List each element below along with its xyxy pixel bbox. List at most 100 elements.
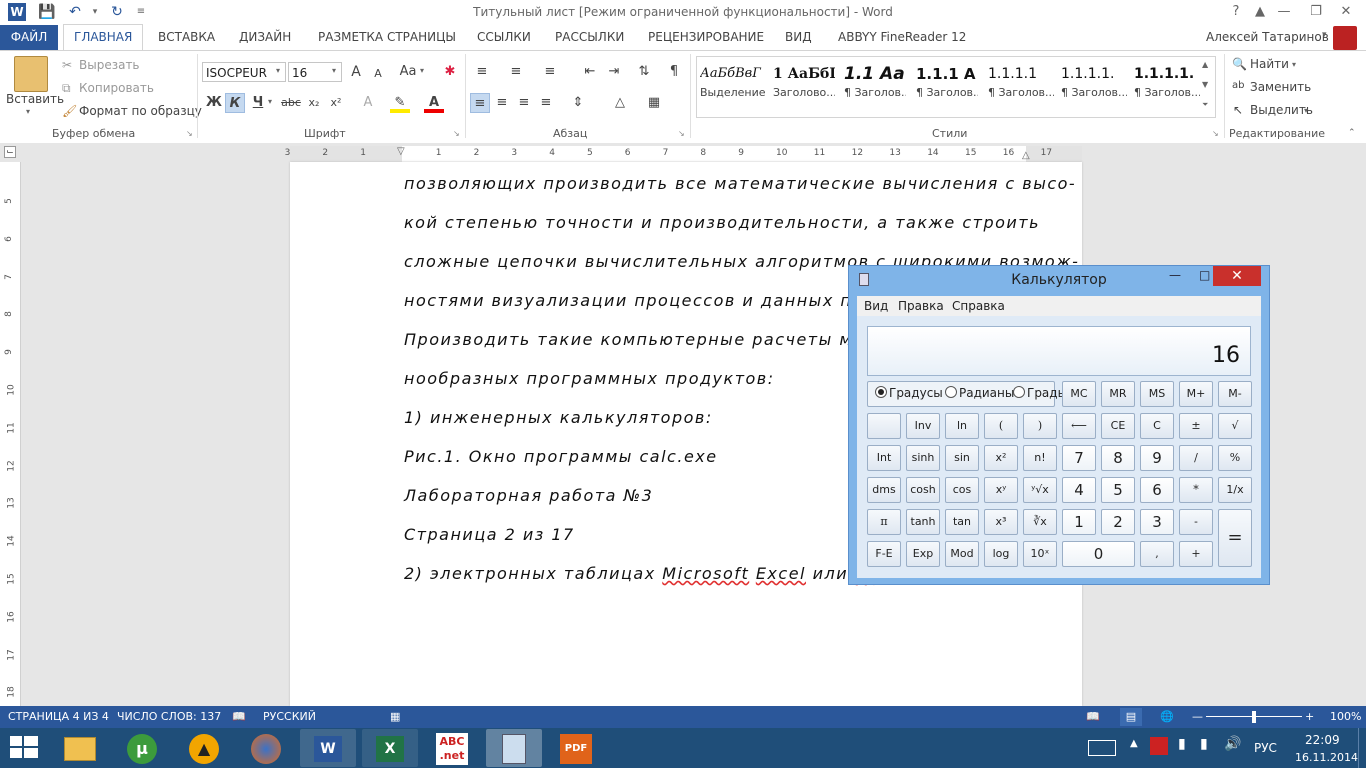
calc-button[interactable]: 0 [1062, 541, 1135, 567]
user-dropdown-icon[interactable]: ▾ [1322, 30, 1327, 40]
paragraph-launcher-icon[interactable]: ↘ [678, 129, 685, 138]
document-line[interactable]: 2) электронных таблицах Microsoft Excel … [404, 564, 874, 583]
language[interactable]: РУССКИЙ [263, 706, 316, 728]
style-item[interactable]: 1.1.1 А ¶ Заголов... [916, 62, 978, 112]
calc-button[interactable]: sin [945, 445, 979, 471]
calc-button[interactable]: 9 [1140, 445, 1174, 471]
tab-design[interactable]: ДИЗАЙН [239, 25, 291, 50]
calc-button[interactable]: 1 [1062, 509, 1096, 535]
tab-mailings[interactable]: РАССЫЛКИ [555, 25, 624, 50]
calc-button[interactable]: = [1218, 509, 1252, 567]
sort-icon[interactable]: ⇅ [634, 62, 654, 82]
document-line[interactable]: ностями визуализации процессов и данных … [404, 291, 894, 310]
styles-scroll-down-icon[interactable]: ▼ [1202, 80, 1208, 89]
calc-menu-help[interactable]: Справка [952, 299, 1005, 313]
calc-button[interactable]: 2 [1101, 509, 1135, 535]
taskbar-explorer[interactable] [52, 729, 108, 767]
find-icon[interactable]: 🔍 [1232, 57, 1247, 71]
calc-button[interactable]: 1/x [1218, 477, 1252, 503]
subscript-button[interactable]: x₂ [304, 93, 324, 113]
styles-more-icon[interactable]: ⏷ [1202, 100, 1208, 110]
find-dropdown-icon[interactable]: ▾ [1292, 60, 1296, 69]
show-desktop-button[interactable] [1358, 728, 1366, 768]
tab-layout[interactable]: РАЗМЕТКА СТРАНИЦЫ [318, 25, 456, 50]
document-line[interactable]: Страница 2 из 17 [404, 525, 575, 544]
taskbar-excel[interactable]: X [362, 729, 418, 767]
calc-button-memory[interactable]: M+ [1179, 381, 1213, 407]
tab-selector-icon[interactable]: ⌙ [4, 146, 16, 158]
show-marks-icon[interactable]: ¶ [664, 62, 684, 82]
calc-button[interactable]: % [1218, 445, 1252, 471]
calc-button[interactable]: cos [945, 477, 979, 503]
close-button[interactable]: ✕ [1326, 0, 1366, 24]
font-launcher-icon[interactable]: ↘ [453, 129, 460, 138]
style-item[interactable]: АаБбВвГ Выделение [700, 62, 772, 112]
calc-button[interactable]: 8 [1101, 445, 1135, 471]
select-icon[interactable]: ↖ [1233, 103, 1243, 117]
document-line[interactable]: 1) инженерных калькуляторов: [404, 408, 713, 427]
zoom-out-icon[interactable]: — [1192, 706, 1203, 728]
calc-button[interactable]: cosh [906, 477, 940, 503]
calc-button[interactable]: 10ˣ [1023, 541, 1057, 567]
angle-mode-radio[interactable]: Грады [1013, 386, 1067, 400]
calc-button[interactable]: Int [867, 445, 901, 471]
scissors-icon[interactable]: ✂ [62, 58, 72, 72]
grow-font-button[interactable]: A [346, 62, 366, 82]
network-icon[interactable]: ▮ [1200, 736, 1208, 752]
tab-references[interactable]: ССЫЛКИ [477, 25, 531, 50]
calc-menu-view[interactable]: Вид [864, 299, 888, 313]
align-left-icon[interactable]: ≡ [470, 93, 490, 113]
style-item[interactable]: 1.1.1.1. ¶ Заголов... [1134, 62, 1200, 112]
font-size-dropdown-icon[interactable]: ▾ [332, 66, 336, 75]
tab-abbyy[interactable]: ABBYY FineReader 12 [838, 25, 966, 50]
bold-button[interactable]: Ж [204, 93, 224, 113]
calc-button[interactable]: 5 [1101, 477, 1135, 503]
calc-button[interactable]: CE [1101, 413, 1135, 439]
document-line[interactable]: позволяющих производить все математическ… [404, 174, 1076, 193]
shrink-font-button[interactable]: A [368, 64, 388, 84]
tab-home[interactable]: ГЛАВНАЯ [63, 24, 144, 50]
taskbar-aimp[interactable]: ▲ [176, 729, 232, 767]
start-button[interactable] [10, 736, 38, 760]
font-color-icon[interactable]: A [424, 93, 444, 113]
multilevel-list-icon[interactable]: ≡ [540, 62, 560, 82]
input-language[interactable]: РУС [1254, 741, 1277, 755]
calc-button[interactable]: , [1140, 541, 1174, 567]
calc-button[interactable]: ( [984, 413, 1018, 439]
calc-button[interactable]: C [1140, 413, 1174, 439]
web-layout-icon[interactable]: 🌐 [1160, 706, 1174, 728]
tab-view[interactable]: ВИД [785, 25, 812, 50]
calc-maximize-button[interactable]: □ [1199, 268, 1210, 282]
copy-button[interactable]: Копировать [79, 81, 154, 95]
find-button[interactable]: Найти [1250, 57, 1289, 71]
zoom-slider-thumb[interactable] [1252, 711, 1256, 723]
styles-scroll-up-icon[interactable]: ▲ [1202, 60, 1208, 69]
indent-marker-icon[interactable]: ▽ [397, 146, 405, 157]
underline-dropdown-icon[interactable]: ▾ [268, 97, 272, 106]
change-case-dropdown-icon[interactable]: ▾ [420, 66, 424, 75]
calc-button[interactable]: ⟵ [1062, 413, 1096, 439]
justify-icon[interactable]: ≡ [536, 93, 556, 113]
calc-button[interactable]: * [1179, 477, 1213, 503]
style-item[interactable]: 1.1 Аа ¶ Заголов... [844, 62, 906, 112]
align-right-icon[interactable]: ≡ [514, 93, 534, 113]
keyboard-icon[interactable] [1088, 740, 1116, 756]
copy-icon[interactable]: ⧉ [62, 81, 71, 96]
calc-button[interactable]: ∛x [1023, 509, 1057, 535]
numbering-icon[interactable]: ≡ [506, 62, 526, 82]
taskbar-pdf[interactable]: PDF [548, 729, 604, 767]
calc-button[interactable]: 4 [1062, 477, 1096, 503]
calc-button[interactable]: 3 [1140, 509, 1174, 535]
underline-button[interactable]: Ч [248, 93, 268, 113]
tray-device-icon[interactable]: ▮ [1178, 736, 1186, 752]
italic-button[interactable]: К [225, 93, 245, 113]
highlight-icon[interactable]: ✎ [390, 93, 410, 113]
calc-button[interactable]: sinh [906, 445, 940, 471]
calc-button[interactable]: ln [945, 413, 979, 439]
document-line[interactable]: кой степенью точности и производительнос… [404, 213, 1040, 232]
calc-button[interactable]: xʸ [984, 477, 1018, 503]
format-painter-button[interactable]: Формат по образцу [79, 104, 202, 118]
show-hidden-icons-icon[interactable]: ▲ [1130, 738, 1138, 749]
calc-button[interactable]: - [1179, 509, 1213, 535]
replace-button[interactable]: Заменить [1250, 80, 1311, 94]
